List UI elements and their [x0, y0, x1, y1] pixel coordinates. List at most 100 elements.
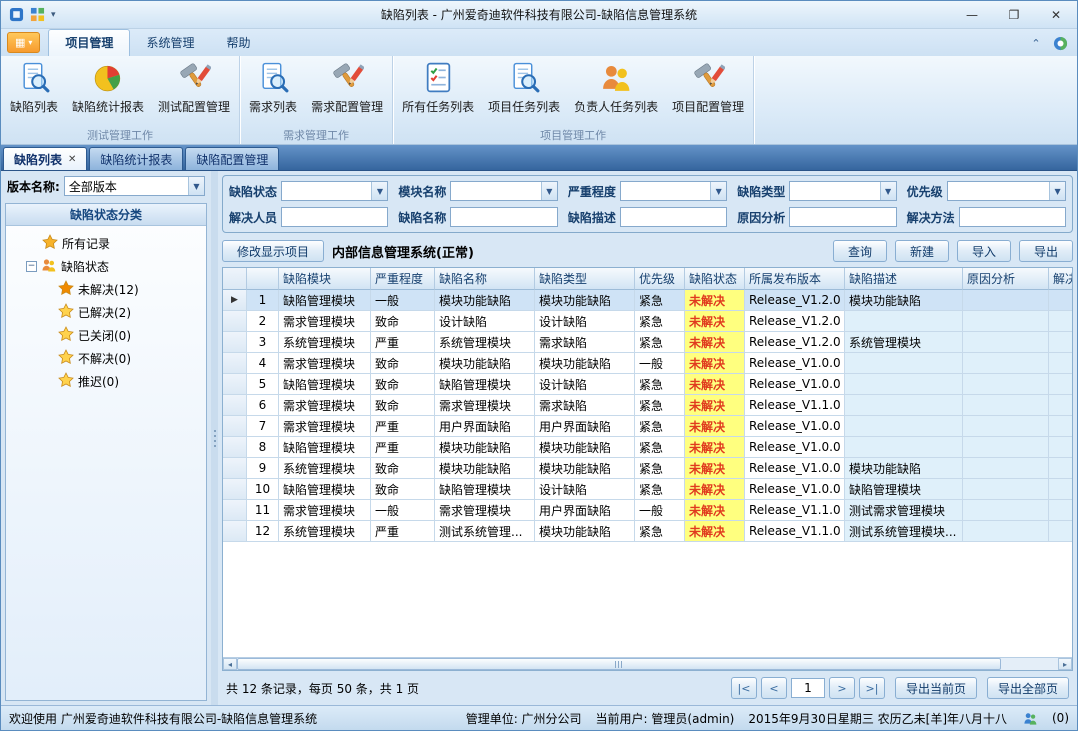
grid-cell[interactable]	[845, 311, 963, 332]
grid-cell[interactable]: 需求管理模块	[279, 353, 371, 374]
chevron-down-icon[interactable]: ▼	[710, 182, 726, 200]
grid-cell[interactable]: 严重	[371, 416, 435, 437]
grid-cell[interactable]: 缺陷管理模块	[279, 437, 371, 458]
grid-cell[interactable]: 未解决	[685, 521, 745, 542]
ribbon-help-icon[interactable]	[1051, 34, 1069, 52]
filter-input[interactable]	[450, 207, 557, 227]
ribbon-button[interactable]: 需求配置管理	[304, 58, 390, 117]
grid-cell[interactable]: Release_V1.0.0	[745, 479, 845, 500]
grid-cell[interactable]: 测试需求管理模块	[845, 500, 963, 521]
grid-cell[interactable]: 设计缺陷	[535, 479, 635, 500]
grid-cell[interactable]	[963, 353, 1049, 374]
grid-cell[interactable]: 缺陷管理模块	[279, 290, 371, 311]
chevron-down-icon[interactable]: ▼	[541, 182, 557, 200]
table-row[interactable]: 8缺陷管理模块严重模块功能缺陷模块功能缺陷紧急未解决Release_V1.0.0	[223, 437, 1072, 458]
grid-cell[interactable]: 未解决	[685, 374, 745, 395]
export-button[interactable]: 导出	[1019, 240, 1073, 262]
first-page-button[interactable]: |<	[731, 677, 757, 699]
grid-cell[interactable]	[1049, 437, 1072, 458]
grid-cell[interactable]	[963, 521, 1049, 542]
grid-cell[interactable]: 缺陷管理模块	[279, 479, 371, 500]
grid-cell[interactable]	[1049, 332, 1072, 353]
tree-item[interactable]: 推迟(0)	[8, 370, 204, 393]
filter-combobox[interactable]: ▼	[450, 181, 557, 201]
ribbon-button[interactable]: 项目配置管理	[665, 58, 751, 117]
export-all-button[interactable]: 导出全部页	[987, 677, 1069, 699]
grid-cell[interactable]: 紧急	[635, 290, 685, 311]
table-row[interactable]: 7需求管理模块严重用户界面缺陷用户界面缺陷紧急未解决Release_V1.0.0	[223, 416, 1072, 437]
grid-cell[interactable]: 一般	[635, 500, 685, 521]
page-number-input[interactable]	[791, 678, 825, 698]
grid-cell[interactable]: 模块功能缺陷	[535, 458, 635, 479]
grid-cell[interactable]: 需求缺陷	[535, 395, 635, 416]
grid-cell[interactable]	[963, 458, 1049, 479]
grid-cell[interactable]	[845, 437, 963, 458]
grid-cell[interactable]: 致命	[371, 353, 435, 374]
next-page-button[interactable]: >	[829, 677, 855, 699]
ribbon-tab-1[interactable]: 项目管理	[48, 29, 130, 56]
table-row[interactable]: 9系统管理模块致命模块功能缺陷模块功能缺陷紧急未解决Release_V1.0.0…	[223, 458, 1072, 479]
grid-cell[interactable]: 模块功能缺陷	[535, 290, 635, 311]
ribbon-tab-2[interactable]: 系统管理	[130, 30, 210, 56]
grid-cell[interactable]	[1049, 521, 1072, 542]
grid-cell[interactable]: 需求管理模块	[279, 395, 371, 416]
grid-cell[interactable]	[963, 332, 1049, 353]
version-combobox[interactable]: 全部版本 ▼	[64, 176, 205, 196]
filter-combobox[interactable]: ▼	[281, 181, 388, 201]
grid-cell[interactable]: 紧急	[635, 332, 685, 353]
table-row[interactable]: 11需求管理模块一般需求管理模块用户界面缺陷一般未解决Release_V1.1.…	[223, 500, 1072, 521]
column-header[interactable]: 原因分析	[963, 268, 1049, 290]
ribbon-button[interactable]: 项目任务列表	[481, 58, 567, 117]
column-header[interactable]: 优先级	[635, 268, 685, 290]
sidebar-splitter[interactable]	[211, 171, 218, 705]
grid-cell[interactable]: 紧急	[635, 416, 685, 437]
scrollbar-thumb[interactable]	[237, 658, 1001, 670]
grid-cell[interactable]: 模块功能缺陷	[435, 290, 535, 311]
grid-cell[interactable]: 致命	[371, 311, 435, 332]
table-row[interactable]: 3系统管理模块严重系统管理模块需求缺陷紧急未解决Release_V1.2.0系统…	[223, 332, 1072, 353]
tree-item[interactable]: 已关闭(0)	[8, 324, 204, 347]
grid-cell[interactable]: 致命	[371, 479, 435, 500]
grid-cell[interactable]: 未解决	[685, 332, 745, 353]
grid-cell[interactable]	[963, 311, 1049, 332]
scroll-left-icon[interactable]: ◂	[223, 658, 237, 670]
grid-cell[interactable]	[1049, 416, 1072, 437]
scroll-right-icon[interactable]: ▸	[1058, 658, 1072, 670]
grid-cell[interactable]: 测试系统管理...	[435, 521, 535, 542]
grid-cell[interactable]: 缺陷管理模块	[279, 374, 371, 395]
table-row[interactable]: 2需求管理模块致命设计缺陷设计缺陷紧急未解决Release_V1.2.0	[223, 311, 1072, 332]
grid-cell[interactable]	[963, 416, 1049, 437]
filter-input[interactable]	[959, 207, 1066, 227]
grid-cell[interactable]: 紧急	[635, 479, 685, 500]
grid-cell[interactable]	[1049, 395, 1072, 416]
prev-page-button[interactable]: <	[761, 677, 787, 699]
grid-cell[interactable]: 模块功能缺陷	[535, 521, 635, 542]
chevron-down-icon[interactable]: ▼	[371, 182, 387, 200]
column-header[interactable]: 缺陷状态	[685, 268, 745, 290]
column-header[interactable]: 缺陷名称	[435, 268, 535, 290]
horizontal-scrollbar[interactable]: ◂ ▸	[223, 657, 1072, 670]
table-row[interactable]: 4需求管理模块致命模块功能缺陷模块功能缺陷一般未解决Release_V1.0.0	[223, 353, 1072, 374]
ribbon-button[interactable]: 缺陷列表	[3, 58, 65, 117]
ribbon-button[interactable]: 负责人任务列表	[567, 58, 665, 117]
close-button[interactable]: ✕	[1035, 1, 1077, 28]
chevron-down-icon[interactable]: ▼	[880, 182, 896, 200]
grid-cell[interactable]: 严重	[371, 521, 435, 542]
grid-cell[interactable]: Release_V1.1.0	[745, 500, 845, 521]
grid-cell[interactable]: 未解决	[685, 290, 745, 311]
grid-cell[interactable]: 未解决	[685, 458, 745, 479]
grid-cell[interactable]: Release_V1.2.0	[745, 311, 845, 332]
ribbon-button[interactable]: 缺陷统计报表	[65, 58, 151, 117]
grid-cell[interactable]: 未解决	[685, 437, 745, 458]
grid-cell[interactable]: 模块功能缺陷	[435, 437, 535, 458]
grid-cell[interactable]: 模块功能缺陷	[435, 458, 535, 479]
grid-cell[interactable]: 未解决	[685, 479, 745, 500]
grid-cell[interactable]	[963, 290, 1049, 311]
grid-cell[interactable]	[845, 395, 963, 416]
grid-cell[interactable]: 未解决	[685, 395, 745, 416]
ribbon-tab-3[interactable]: 帮助	[210, 30, 266, 56]
grid-cell[interactable]	[1049, 290, 1072, 311]
grid-cell[interactable]: Release_V1.0.0	[745, 458, 845, 479]
grid-cell[interactable]: 模块功能缺陷	[535, 437, 635, 458]
grid-cell[interactable]: 紧急	[635, 458, 685, 479]
